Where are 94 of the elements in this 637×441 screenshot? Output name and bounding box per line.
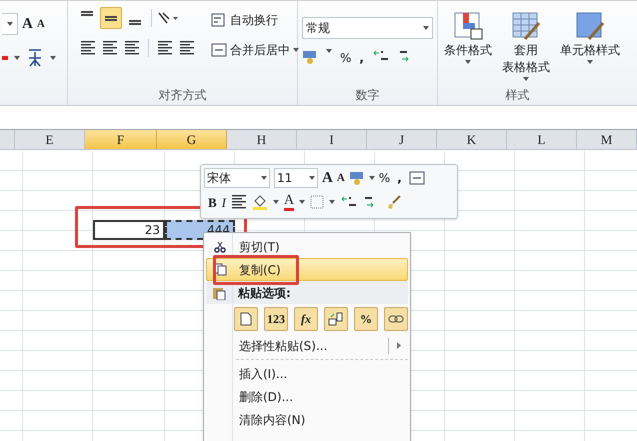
paste-option-button[interactable]: fx: [294, 307, 318, 331]
caret-icon: [50, 56, 56, 60]
scissors-icon: [214, 240, 226, 252]
caret-icon: [329, 200, 336, 204]
paste-option-button[interactable]: [324, 307, 348, 331]
style-button[interactable]: 套用 表格格式: [502, 11, 550, 85]
paste-option-button[interactable]: 123: [264, 307, 288, 331]
number-format-field[interactable]: 常规: [302, 17, 433, 39]
group-label: 数字: [356, 87, 380, 104]
table-cell[interactable]: 23: [93, 220, 165, 240]
grow-font-button[interactable]: A: [22, 13, 33, 36]
paste-option-label: %: [360, 311, 372, 328]
borders-icon[interactable]: [310, 195, 324, 210]
text-direction-icon[interactable]: [157, 11, 179, 25]
align-icon: [81, 11, 93, 16]
align-left-icon: [80, 41, 96, 55]
shrink-font-button[interactable]: A: [36, 16, 45, 32]
italic-button[interactable]: I: [222, 192, 226, 212]
clipboard-icon: [212, 286, 226, 300]
menu-item[interactable]: 删除(D)...: [206, 385, 408, 408]
wrap-text-icon: [211, 13, 227, 27]
link-icon: [388, 314, 404, 324]
phonetic-icon: [26, 48, 44, 68]
menu-item[interactable]: 选择性粘贴(S)...: [206, 334, 408, 357]
menu-item[interactable]: 插入(I)...: [206, 362, 408, 385]
merge-center-button[interactable]: 合并后居中: [211, 41, 299, 59]
font-size-field[interactable]: [2, 13, 18, 36]
fill-bucket-icon[interactable]: [252, 194, 268, 210]
align-center-icon: [231, 195, 248, 210]
menu-item[interactable]: 复制(C): [206, 258, 408, 281]
menu-item[interactable]: 清除内容(N): [206, 408, 408, 431]
column-header[interactable]: G: [157, 130, 227, 149]
align-center-icon: [102, 41, 118, 55]
percent-button[interactable]: %: [340, 49, 352, 67]
paste-option-button[interactable]: %: [354, 307, 378, 331]
column-header[interactable]: M: [577, 130, 637, 149]
column-header[interactable]: L: [507, 130, 577, 149]
caret-icon: [293, 48, 299, 52]
group-label: 对齐方式: [158, 87, 206, 104]
caret-icon: [6, 22, 12, 26]
paste-option-label: fx: [301, 311, 311, 328]
caret-icon: [261, 176, 267, 180]
merge-cells-icon: [211, 43, 227, 57]
shrink-font-button[interactable]: A: [336, 170, 345, 186]
column-header[interactable]: K: [437, 130, 507, 149]
wrap-text-button[interactable]: 自动换行: [211, 11, 299, 29]
paste-option-button[interactable]: [234, 307, 258, 331]
style-button[interactable]: 单元格样式: [560, 11, 620, 85]
caret-icon: [14, 56, 20, 60]
bold-button[interactable]: B: [208, 192, 217, 212]
brush-icon[interactable]: [386, 194, 402, 210]
style-button[interactable]: 条件格式: [444, 11, 492, 85]
caret-icon: [309, 176, 315, 180]
caret-icon: [587, 60, 593, 64]
font-color-button[interactable]: A: [284, 194, 294, 211]
merge-cells-icon[interactable]: [408, 171, 425, 186]
align-icon: [129, 20, 141, 25]
conditional-format-icon: [453, 11, 483, 41]
paste-option-label: 123: [267, 311, 285, 328]
cell-style-icon: [575, 11, 605, 41]
font-size-field[interactable]: 11: [274, 168, 318, 188]
vertical-align-button[interactable]: [100, 7, 122, 29]
align-right-icon: [124, 41, 140, 55]
percent-button[interactable]: %: [378, 169, 390, 188]
increase-decimal-icon[interactable]: [372, 49, 390, 63]
table-style-icon: [511, 11, 541, 41]
caret-icon: [423, 26, 429, 30]
caret-icon: [523, 77, 529, 81]
font-color-bar-icon: [2, 56, 8, 60]
menu-heading: 粘贴选项:: [236, 284, 291, 302]
transpose-icon: [328, 312, 344, 326]
caret-icon: [465, 60, 471, 64]
align-icon: [105, 16, 117, 20]
grow-font-button[interactable]: A: [322, 167, 333, 190]
copy-icon: [214, 263, 226, 276]
caret-icon: [299, 200, 306, 204]
comma-button[interactable]: ,: [394, 169, 405, 188]
caret-icon: [368, 176, 375, 180]
currency-icon[interactable]: [302, 49, 318, 65]
currency-icon[interactable]: [348, 170, 365, 186]
paste-option-button[interactable]: [384, 307, 408, 331]
comma-button[interactable]: ,: [359, 49, 364, 67]
column-header[interactable]: H: [227, 130, 297, 149]
column-header[interactable]: I: [297, 130, 367, 149]
decrease-indent-icon: [157, 41, 173, 55]
increase-indent-icon: [179, 41, 195, 55]
submenu-arrow-icon: [397, 342, 401, 349]
column-header[interactable]: J: [367, 130, 437, 149]
caret-icon: [326, 49, 332, 53]
group-label: 样式: [506, 87, 530, 104]
page-icon: [240, 312, 252, 326]
column-header[interactable]: F: [85, 130, 157, 149]
caret-icon: [273, 200, 280, 204]
font-name-field[interactable]: 宋体: [204, 168, 270, 188]
